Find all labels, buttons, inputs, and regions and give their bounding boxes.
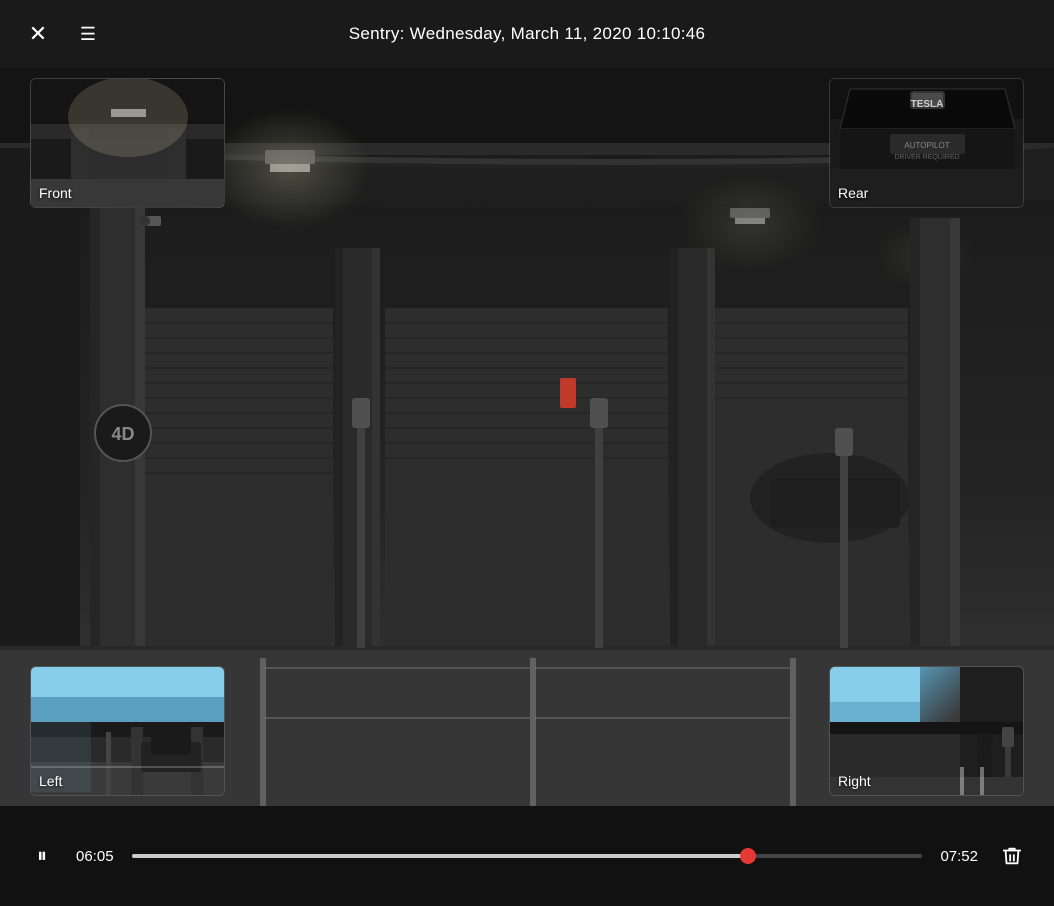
menu-button[interactable]: ☰ bbox=[70, 16, 106, 52]
close-button[interactable]: ✕ bbox=[20, 16, 56, 52]
rear-camera-thumbnail[interactable]: TESLA AUTOPILOT DRIVER REQUIRED Rear bbox=[829, 78, 1024, 208]
play-pause-button[interactable]: ⏸ bbox=[24, 838, 60, 874]
front-camera-thumbnail[interactable]: Front bbox=[30, 78, 225, 208]
main-video-background: 4D bbox=[0, 68, 1054, 806]
right-label: Right bbox=[838, 773, 871, 789]
header: ✕ ☰ Sentry: Wednesday, March 11, 2020 10… bbox=[0, 0, 1054, 68]
total-time: 07:52 bbox=[938, 848, 978, 865]
front-label: Front bbox=[39, 185, 72, 201]
right-camera-thumbnail[interactable]: Right bbox=[829, 666, 1024, 796]
current-time: 06:05 bbox=[76, 848, 116, 865]
svg-text:4D: 4D bbox=[111, 424, 134, 444]
menu-icon: ☰ bbox=[80, 24, 96, 45]
svg-text:AUTOPILOT: AUTOPILOT bbox=[904, 141, 949, 150]
delete-button[interactable] bbox=[994, 838, 1030, 874]
main-video-area: 4D bbox=[0, 68, 1054, 806]
trash-icon bbox=[1001, 845, 1023, 867]
progress-fill bbox=[132, 854, 748, 858]
rear-label: Rear bbox=[838, 185, 868, 201]
play-pause-icon: ⏸ bbox=[37, 845, 47, 868]
progress-thumb[interactable] bbox=[740, 848, 756, 864]
svg-text:TESLA: TESLA bbox=[911, 99, 944, 110]
progress-bar[interactable] bbox=[132, 854, 922, 858]
left-label: Left bbox=[39, 773, 62, 789]
svg-text:DRIVER REQUIRED: DRIVER REQUIRED bbox=[894, 154, 959, 161]
video-title: Sentry: Wednesday, March 11, 2020 10:10:… bbox=[349, 24, 706, 44]
playback-controls: ⏸ 06:05 07:52 bbox=[0, 806, 1054, 906]
close-icon: ✕ bbox=[29, 21, 47, 47]
left-camera-thumbnail[interactable]: Left bbox=[30, 666, 225, 796]
